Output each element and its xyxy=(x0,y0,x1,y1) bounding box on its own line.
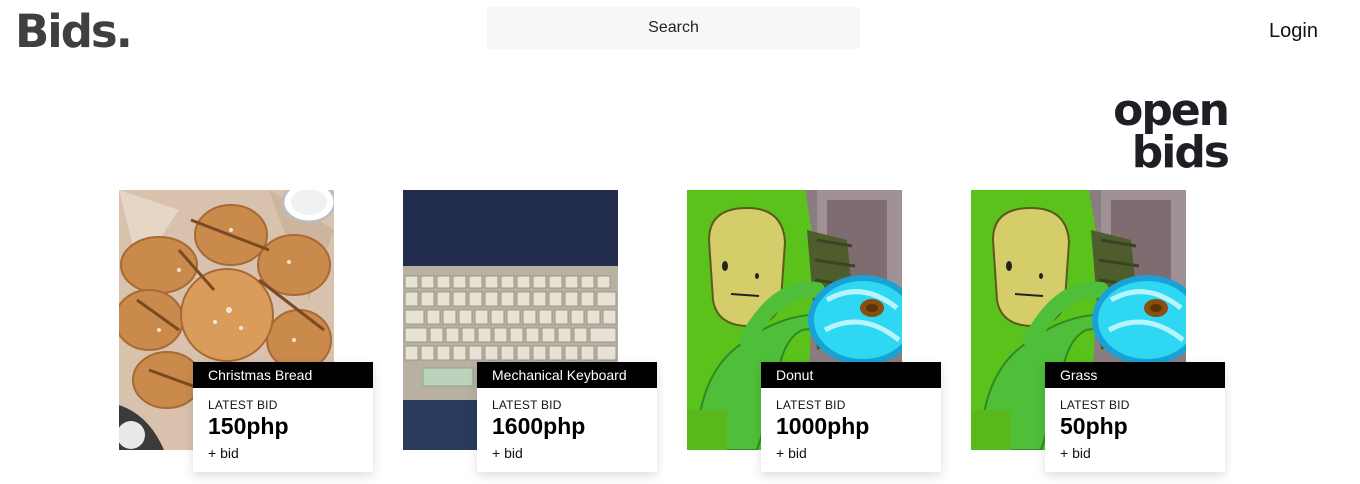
item-title[interactable]: Donut xyxy=(761,362,941,388)
latest-bid-price: 50php xyxy=(1060,413,1128,439)
latest-bid-label: LATEST BID xyxy=(208,398,278,412)
logo[interactable]: Bids. xyxy=(15,4,133,60)
bid-info-body: LATEST BID 1600php + bid xyxy=(477,388,657,463)
item-title[interactable]: Mechanical Keyboard xyxy=(477,362,657,388)
bid-info-body: LATEST BID 1000php + bid xyxy=(761,388,941,463)
bid-info-body: LATEST BID 50php + bid xyxy=(1045,388,1225,463)
latest-bid-label: LATEST BID xyxy=(1060,398,1130,412)
bid-info-panel: Christmas Bread LATEST BID 150php + bid xyxy=(193,362,373,472)
bid-info-panel: Mechanical Keyboard LATEST BID 1600php +… xyxy=(477,362,657,472)
bid-card[interactable]: Christmas Bread LATEST BID 150php + bid xyxy=(119,190,379,480)
bid-card[interactable]: Grass LATEST BID 50php + bid xyxy=(971,190,1231,480)
page-heading: open bids xyxy=(1113,85,1230,178)
add-bid-button[interactable]: + bid xyxy=(1060,445,1091,461)
page: Bids. Login open bids xyxy=(0,0,1360,484)
bid-card[interactable]: Donut LATEST BID 1000php + bid xyxy=(687,190,947,480)
add-bid-button[interactable]: + bid xyxy=(208,445,239,461)
page-heading-line-1: open xyxy=(1113,85,1230,136)
latest-bid-label: LATEST BID xyxy=(492,398,562,412)
login-link[interactable]: Login xyxy=(1269,20,1318,43)
search-input[interactable] xyxy=(487,7,860,49)
bid-card[interactable]: Mechanical Keyboard LATEST BID 1600php +… xyxy=(403,190,663,480)
latest-bid-price: 1000php xyxy=(776,413,870,439)
add-bid-button[interactable]: + bid xyxy=(776,445,807,461)
item-title[interactable]: Christmas Bread xyxy=(193,362,373,388)
bid-info-panel: Grass LATEST BID 50php + bid xyxy=(1045,362,1225,472)
bid-info-body: LATEST BID 150php + bid xyxy=(193,388,373,463)
bid-info-panel: Donut LATEST BID 1000php + bid xyxy=(761,362,941,472)
item-title[interactable]: Grass xyxy=(1045,362,1225,388)
add-bid-button[interactable]: + bid xyxy=(492,445,523,461)
page-heading-line-2: bids xyxy=(1131,127,1230,178)
latest-bid-price: 150php xyxy=(208,413,289,439)
latest-bid-price: 1600php xyxy=(492,413,586,439)
latest-bid-label: LATEST BID xyxy=(776,398,846,412)
